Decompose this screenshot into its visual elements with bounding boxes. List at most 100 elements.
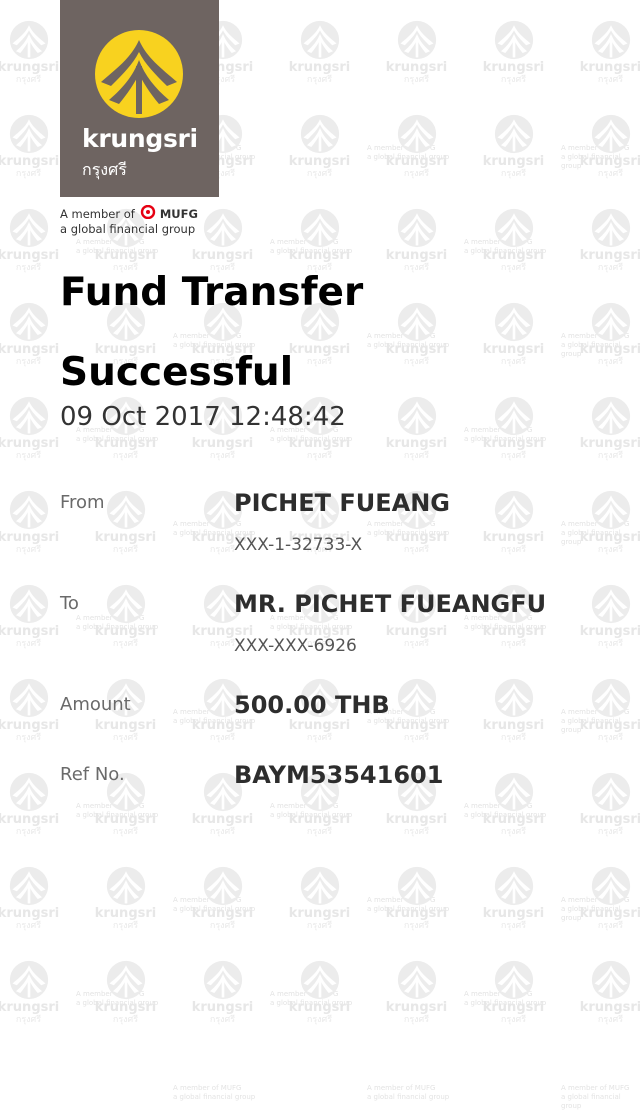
watermark-brand-thai: กรุงศรี (597, 169, 624, 179)
watermark-brand-thai: กรุงศรี (403, 733, 430, 743)
watermark-brand: krungsri (94, 718, 157, 733)
watermark-emblem-icon (300, 960, 339, 1000)
watermark-brand-thai: กรุงศรี (500, 357, 527, 367)
from-name: PICHET FUEANG (234, 489, 450, 517)
watermark-brand-thai: กรุงศรี (597, 1015, 624, 1025)
watermark-brand: krungsri (579, 1000, 640, 1015)
watermark-emblem-icon (300, 114, 339, 154)
watermark-brand: krungsri (579, 248, 640, 263)
watermark-brand: krungsri (385, 436, 448, 451)
watermark-brand: krungsri (288, 906, 351, 921)
watermark-emblem-icon (494, 302, 533, 342)
watermark-brand: krungsri (0, 812, 60, 827)
watermark-tile: krungsriกรุงศรี (77, 960, 174, 1025)
watermark-brand: krungsri (579, 436, 640, 451)
watermark-brand: krungsri (288, 1000, 351, 1015)
watermark-emblem-icon (9, 302, 48, 342)
watermark-brand: krungsri (482, 248, 545, 263)
watermark-emblem-icon (9, 396, 48, 436)
watermark-brand: krungsri (385, 154, 448, 169)
watermark-brand-thai: กรุงศรี (209, 451, 236, 461)
watermark-emblem-icon (397, 960, 436, 1000)
watermark-emblem-icon (494, 20, 533, 60)
watermark-brand-thai: กรุงศรี (403, 357, 430, 367)
watermark-brand-thai: กรุงศรี (15, 1015, 42, 1025)
watermark-tile: krungsriกรุงศรี (368, 302, 465, 367)
to-label: To (60, 593, 79, 614)
ref-value: BAYM53541601 (234, 761, 444, 789)
watermark-brand: krungsri (385, 530, 448, 545)
watermark-emblem-icon (591, 960, 630, 1000)
watermark-tile: krungsriกรุงศรี (271, 866, 368, 931)
watermark-brand-thai: กรุงศรี (306, 1015, 333, 1025)
watermark-brand-thai: กรุงศรี (112, 921, 139, 931)
watermark-brand-thai: กรุงศรี (112, 639, 139, 649)
amount-value: 500.00 THB (234, 691, 390, 719)
watermark-brand-thai: กรุงศรี (306, 75, 333, 85)
watermark-brand-thai: กรุงศรี (597, 545, 624, 555)
transfer-datetime: 09 Oct 2017 12:48:42 (60, 402, 346, 432)
watermark-brand: krungsri (482, 60, 545, 75)
watermark-brand-thai: กรุงศรี (500, 263, 527, 273)
watermark-brand-thai: กรุงศรี (597, 451, 624, 461)
watermark-emblem-icon (300, 866, 339, 906)
watermark-emblem-icon (106, 960, 145, 1000)
watermark-tile: krungsriกรุงศรี (271, 960, 368, 1025)
watermark-brand-thai: กรุงศรี (500, 75, 527, 85)
watermark-tile: krungsriกรุงศรี (562, 20, 640, 85)
watermark-tile: krungsriกรุงศรี (368, 208, 465, 273)
watermark-emblem-icon (106, 584, 145, 624)
watermark-emblem-icon (591, 584, 630, 624)
watermark-brand: krungsri (579, 154, 640, 169)
watermark-emblem-icon (9, 772, 48, 812)
watermark-brand: krungsri (482, 342, 545, 357)
watermark-tile: krungsriกรุงศรี (562, 678, 640, 743)
watermark-brand-thai: กรุงศรี (112, 827, 139, 837)
watermark-brand: krungsri (482, 718, 545, 733)
watermark-brand: krungsri (94, 1000, 157, 1015)
watermark-brand-thai: กรุงศรี (15, 545, 42, 555)
watermark-emblem-icon (9, 960, 48, 1000)
watermark-brand: krungsri (288, 436, 351, 451)
watermark-brand: krungsri (579, 812, 640, 827)
watermark-emblem-icon (203, 866, 242, 906)
watermark-brand-thai: กรุงศรี (209, 921, 236, 931)
watermark-tile: krungsriกรุงศรี (368, 866, 465, 931)
watermark-emblem-icon (494, 114, 533, 154)
watermark-brand: krungsri (385, 624, 448, 639)
watermark-brand: krungsri (385, 812, 448, 827)
watermark-tile: krungsriกรุงศรี (465, 772, 562, 837)
watermark-brand-thai: กรุงศรี (403, 545, 430, 555)
watermark-brand-thai: กรุงศรี (403, 263, 430, 273)
watermark-tile: krungsriกรุงศรี (174, 866, 271, 931)
watermark-emblem-icon (9, 114, 48, 154)
watermark-brand-thai: กรุงศรี (15, 733, 42, 743)
watermark-brand: krungsri (191, 436, 254, 451)
watermark-tile: krungsriกรุงศรี (271, 20, 368, 85)
watermark-tile: krungsriกรุงศรี (368, 960, 465, 1025)
watermark-brand-thai: กรุงศรี (597, 639, 624, 649)
watermark-brand-thai: กรุงศรี (500, 169, 527, 179)
watermark-emblem-icon (203, 960, 242, 1000)
watermark-emblem-icon (397, 396, 436, 436)
watermark-member-text: A member of MUFGa global financial group (173, 1084, 256, 1101)
watermark-tile: krungsriกรุงศรี (562, 866, 640, 931)
watermark-tile: krungsriกรุงศรี (465, 114, 562, 179)
from-label: From (60, 492, 105, 513)
watermark-emblem-icon (494, 960, 533, 1000)
watermark-brand-thai: กรุงศรี (500, 639, 527, 649)
watermark-tile: krungsriกรุงศรี (465, 302, 562, 367)
watermark-brand: krungsri (288, 718, 351, 733)
watermark-brand: krungsri (191, 1000, 254, 1015)
watermark-emblem-icon (591, 866, 630, 906)
watermark-brand: krungsri (94, 436, 157, 451)
page-title-line1: Fund Transfer (60, 270, 364, 315)
watermark-tile: krungsriกรุงศรี (562, 960, 640, 1025)
watermark-brand: krungsri (482, 624, 545, 639)
watermark-tile: krungsriกรุงศรี (0, 866, 77, 931)
watermark-brand: krungsri (0, 248, 60, 263)
watermark-emblem-icon (494, 678, 533, 718)
watermark-brand: krungsri (385, 248, 448, 263)
watermark-emblem-icon (494, 772, 533, 812)
watermark-brand-thai: กรุงศรี (306, 733, 333, 743)
